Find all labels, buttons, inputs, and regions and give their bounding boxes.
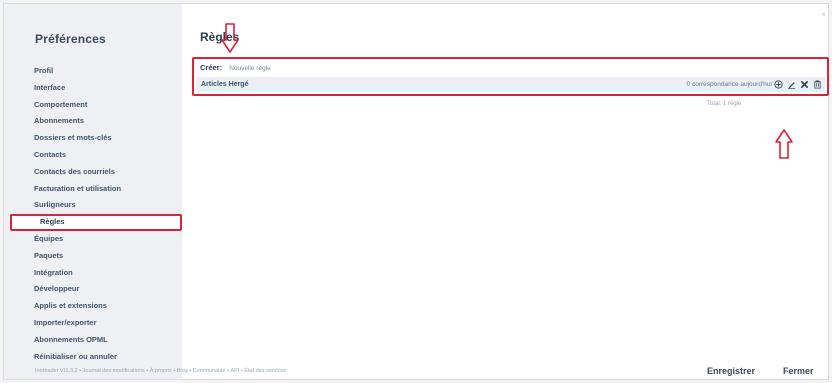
sidebar-item-dossiers[interactable]: Dossiers et mots-clés <box>4 130 182 147</box>
pencil-icon[interactable] <box>787 80 796 89</box>
rule-row[interactable]: Articles Hergé 0 correspondance aujourd'… <box>196 77 825 92</box>
close-button[interactable]: Fermer <box>779 362 818 380</box>
rules-total: Total: 1 règle <box>707 101 742 107</box>
x-icon[interactable] <box>800 80 809 89</box>
sidebar-item-paquets[interactable]: Paquets <box>4 248 182 265</box>
rule-name[interactable]: Articles Hergé <box>201 77 248 92</box>
trash-icon[interactable] <box>813 80 822 89</box>
sidebar-item-applis[interactable]: Applis et extensions <box>4 298 182 315</box>
sidebar-item-regles[interactable]: Règles <box>10 214 182 231</box>
rule-matches: 0 correspondance aujourd'hui <box>686 81 772 88</box>
sidebar-item-developpeur[interactable]: Développeur <box>4 281 182 298</box>
footer: Inoreader v11.3.2 • Journal des modifica… <box>4 361 830 381</box>
sidebar-item-importer-exporter[interactable]: Importer/exporter <box>4 315 182 332</box>
save-button[interactable]: Enregistrer <box>703 362 759 380</box>
sidebar-item-interface[interactable]: Interface <box>4 80 182 97</box>
sidebar-item-integration[interactable]: Intégration <box>4 265 182 282</box>
red-outline-arrow-icon <box>775 129 793 159</box>
preferences-window: Préférences Profil Interface Comportemen… <box>3 3 829 380</box>
sidebar-item-surligneurs[interactable]: Surligneurs <box>4 197 182 214</box>
sidebar: Préférences Profil Interface Comportemen… <box>4 4 182 379</box>
new-rule-link[interactable]: Nouvelle règle <box>229 65 271 72</box>
footer-links[interactable]: Inoreader v11.3.2 • Journal des modifica… <box>35 368 286 374</box>
create-label: Créer: <box>200 63 223 72</box>
sidebar-item-facturation[interactable]: Facturation et utilisation <box>4 181 182 198</box>
sidebar-item-comportement[interactable]: Comportement <box>4 97 182 114</box>
sidebar-nav: Profil Interface Comportement Abonnement… <box>4 63 182 365</box>
sidebar-item-opml[interactable]: Abonnements OPML <box>4 332 182 349</box>
sidebar-item-profil[interactable]: Profil <box>4 63 182 80</box>
red-outline-arrow-icon <box>221 23 239 53</box>
main-content: × Règles Créer: Nouvelle règle Articles … <box>182 4 830 379</box>
rules-highlight-box: Créer: Nouvelle règle Articles Hergé 0 c… <box>192 57 829 96</box>
sidebar-item-equipes[interactable]: Équipes <box>4 231 182 248</box>
create-rule-row: Créer: Nouvelle règle <box>200 62 271 74</box>
plus-circle-icon[interactable] <box>774 80 783 89</box>
sidebar-item-contacts[interactable]: Contacts <box>4 147 182 164</box>
rule-actions <box>774 79 822 90</box>
sidebar-item-abonnements[interactable]: Abonnements <box>4 113 182 130</box>
close-icon[interactable]: × <box>821 10 826 19</box>
sidebar-item-contacts-courriels[interactable]: Contacts des courriels <box>4 164 182 181</box>
sidebar-title: Préférences <box>35 32 106 46</box>
